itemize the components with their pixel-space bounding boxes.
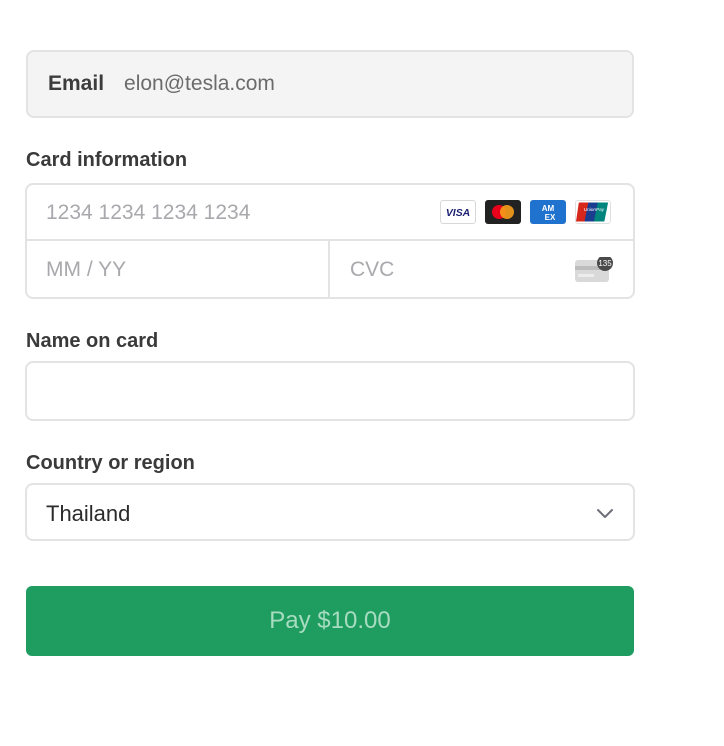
- name-on-card-input[interactable]: [25, 361, 635, 421]
- expiry-placeholder: MM / YY: [46, 258, 127, 281]
- mastercard-icon: [485, 200, 521, 224]
- svg-text:EX: EX: [545, 213, 556, 222]
- visa-text: VISA: [446, 208, 470, 219]
- pay-button-label: Pay $10.00: [269, 607, 391, 634]
- country-label: Country or region: [26, 452, 195, 474]
- checkout-form: Email elon@tesla.com Card information 12…: [0, 0, 724, 746]
- card-number-placeholder: 1234 1234 1234 1234: [46, 201, 251, 224]
- card-brand-icons: VISA AM EX UnionPay: [440, 200, 611, 224]
- svg-text:UnionPay: UnionPay: [584, 207, 605, 213]
- amex-icon: AM EX: [530, 200, 566, 224]
- email-label: Email: [48, 72, 105, 95]
- email-value: elon@tesla.com: [124, 72, 275, 95]
- card-information-label: Card information: [26, 149, 188, 171]
- email-display: Email elon@tesla.com: [26, 50, 634, 118]
- cvc-placeholder: CVC: [350, 258, 395, 281]
- unionpay-icon: UnionPay: [575, 200, 611, 224]
- cvc-card-icon: 135: [575, 257, 613, 282]
- country-select-value: Thailand: [46, 501, 131, 526]
- card-number-field[interactable]: 1234 1234 1234 1234 VISA AM EX UnionPay: [27, 185, 633, 241]
- cvc-icon-digits: 135: [598, 259, 612, 268]
- country-select[interactable]: Thailand: [25, 483, 635, 541]
- card-information-group: 1234 1234 1234 1234 VISA AM EX UnionPay …: [25, 183, 635, 299]
- cvc-field[interactable]: CVC 135: [330, 241, 633, 297]
- name-on-card-label: Name on card: [26, 330, 159, 352]
- pay-button[interactable]: Pay $10.00: [26, 586, 634, 656]
- visa-icon: VISA: [440, 200, 476, 224]
- expiry-field[interactable]: MM / YY: [27, 241, 330, 297]
- chevron-down-icon: [597, 509, 613, 518]
- svg-text:AM: AM: [542, 204, 555, 213]
